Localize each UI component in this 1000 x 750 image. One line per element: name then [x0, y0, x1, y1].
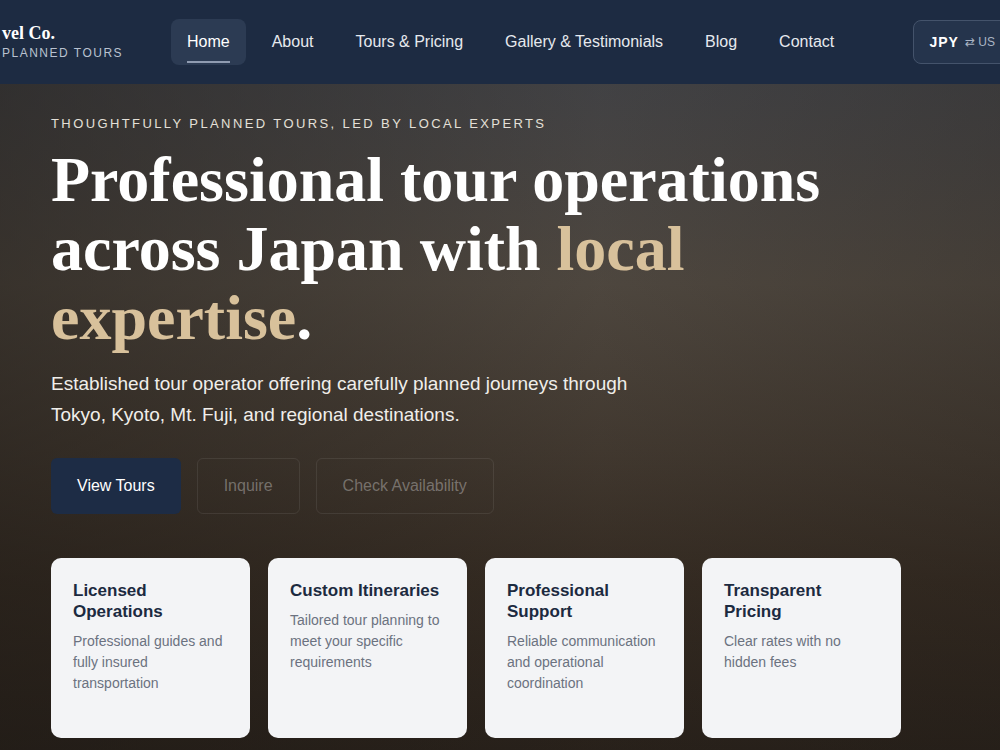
feature-title: Professional Support	[507, 580, 666, 622]
logo-tagline: PLANNED TOURS	[2, 44, 152, 62]
feature-card: Licensed Operations Professional guides a…	[51, 558, 250, 738]
feature-title: Custom Itineraries	[290, 580, 449, 601]
feature-text: Reliable communication and operational c…	[507, 631, 666, 694]
nav-item[interactable]: Contact	[763, 19, 850, 65]
header: vel Co.PLANNED TOURS HomeAboutTours & Pri…	[0, 0, 1000, 84]
feature-text: Tailored tour planning to meet your spec…	[290, 610, 449, 673]
feature-card: Professional Support Reliable communicati…	[485, 558, 684, 738]
feature-card: Custom Itineraries Tailored tour planning…	[268, 558, 467, 738]
page: vel Co.PLANNED TOURS HomeAboutTours & Pri…	[0, 0, 1000, 750]
feature-text: Clear rates with no hidden fees	[724, 631, 883, 673]
logo-name: vel Co.	[2, 22, 152, 44]
nav-item[interactable]: Gallery & Testimonials	[489, 19, 679, 65]
hero-button[interactable]: Check Availability	[316, 458, 494, 514]
feature-card: Transparent Pricing Clear rates with no h…	[702, 558, 901, 738]
hero-heading: Professional tour operations across Japa…	[51, 145, 911, 352]
hero-button[interactable]: Inquire	[197, 458, 300, 514]
hero-text: Established tour operator offering caref…	[51, 368, 641, 430]
logo[interactable]: vel Co.PLANNED TOURS	[2, 22, 152, 62]
hero-eyebrow: THOUGHTFULLY PLANNED TOURS, LED BY LOCAL…	[51, 115, 1000, 133]
nav: HomeAboutTours & PricingGallery & Testim…	[171, 19, 850, 65]
feature-text: Professional guides and fully insured tr…	[73, 631, 232, 694]
nav-item[interactable]: Tours & Pricing	[340, 19, 480, 65]
feature-cards: Licensed Operations Professional guides a…	[51, 558, 1000, 738]
nav-item[interactable]: Home	[171, 19, 246, 65]
hero-button[interactable]: View Tours	[51, 458, 181, 514]
nav-item[interactable]: Blog	[689, 19, 753, 65]
hero: THOUGHTFULLY PLANNED TOURS, LED BY LOCAL…	[0, 84, 1000, 750]
nav-item[interactable]: About	[256, 19, 330, 65]
hero-actions: View Tours Inquire Check Availability	[51, 458, 1000, 514]
currency-toggle[interactable]: JPY⇄ US	[913, 20, 1000, 64]
feature-title: Licensed Operations	[73, 580, 232, 622]
feature-title: Transparent Pricing	[724, 580, 883, 622]
